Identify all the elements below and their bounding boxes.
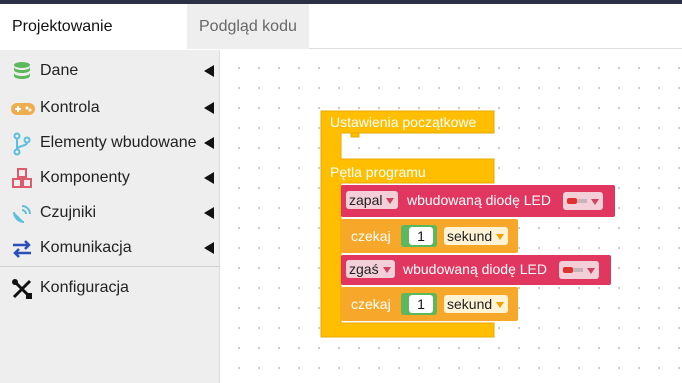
- number-input[interactable]: 1: [409, 227, 433, 245]
- led-block-off[interactable]: zgaś wbudowaną diodę LED: [341, 255, 611, 285]
- chevron-down-icon: [587, 268, 595, 274]
- led-state-value: zapal: [349, 192, 383, 208]
- loop-label: Pętla programu: [330, 164, 426, 180]
- setup-block[interactable]: Ustawienia początkowe: [321, 111, 494, 133]
- setup-label: Ustawienia początkowe: [330, 114, 477, 130]
- chevron-down-icon: [386, 198, 395, 204]
- led-block-on[interactable]: zapal wbudowaną diodę LED: [341, 185, 615, 217]
- wait-label: czekaj: [351, 296, 391, 312]
- led-icon-dropdown[interactable]: [563, 192, 603, 210]
- led-state-value: zgaś: [349, 261, 379, 277]
- loop-block[interactable]: Pętla programu: [321, 159, 494, 183]
- wait-label: czekaj: [351, 228, 391, 244]
- number-input[interactable]: 1: [409, 295, 433, 313]
- time-unit-dropdown[interactable]: sekund: [444, 227, 509, 245]
- led-state-dropdown[interactable]: zgaś: [346, 260, 395, 278]
- chevron-down-icon: [382, 267, 391, 273]
- chevron-down-icon: [496, 302, 505, 308]
- wait-block-2[interactable]: czekaj 1 sekund: [341, 287, 518, 321]
- time-unit-value: sekund: [447, 228, 493, 244]
- chevron-down-icon: [591, 199, 599, 205]
- number-block[interactable]: 1: [401, 225, 437, 247]
- time-unit-value: sekund: [447, 296, 493, 312]
- time-unit-dropdown[interactable]: sekund: [444, 295, 509, 313]
- led-state-dropdown[interactable]: zapal: [346, 191, 399, 209]
- led-block-label: wbudowaną diodę LED: [403, 261, 547, 277]
- number-block[interactable]: 1: [401, 293, 437, 315]
- led-block-label: wbudowaną diodę LED: [407, 192, 551, 208]
- chevron-down-icon: [496, 234, 505, 240]
- wait-block-1[interactable]: czekaj 1 sekund: [341, 219, 518, 253]
- led-icon: [567, 198, 587, 204]
- led-icon-dropdown[interactable]: [559, 261, 599, 279]
- led-icon: [563, 267, 583, 273]
